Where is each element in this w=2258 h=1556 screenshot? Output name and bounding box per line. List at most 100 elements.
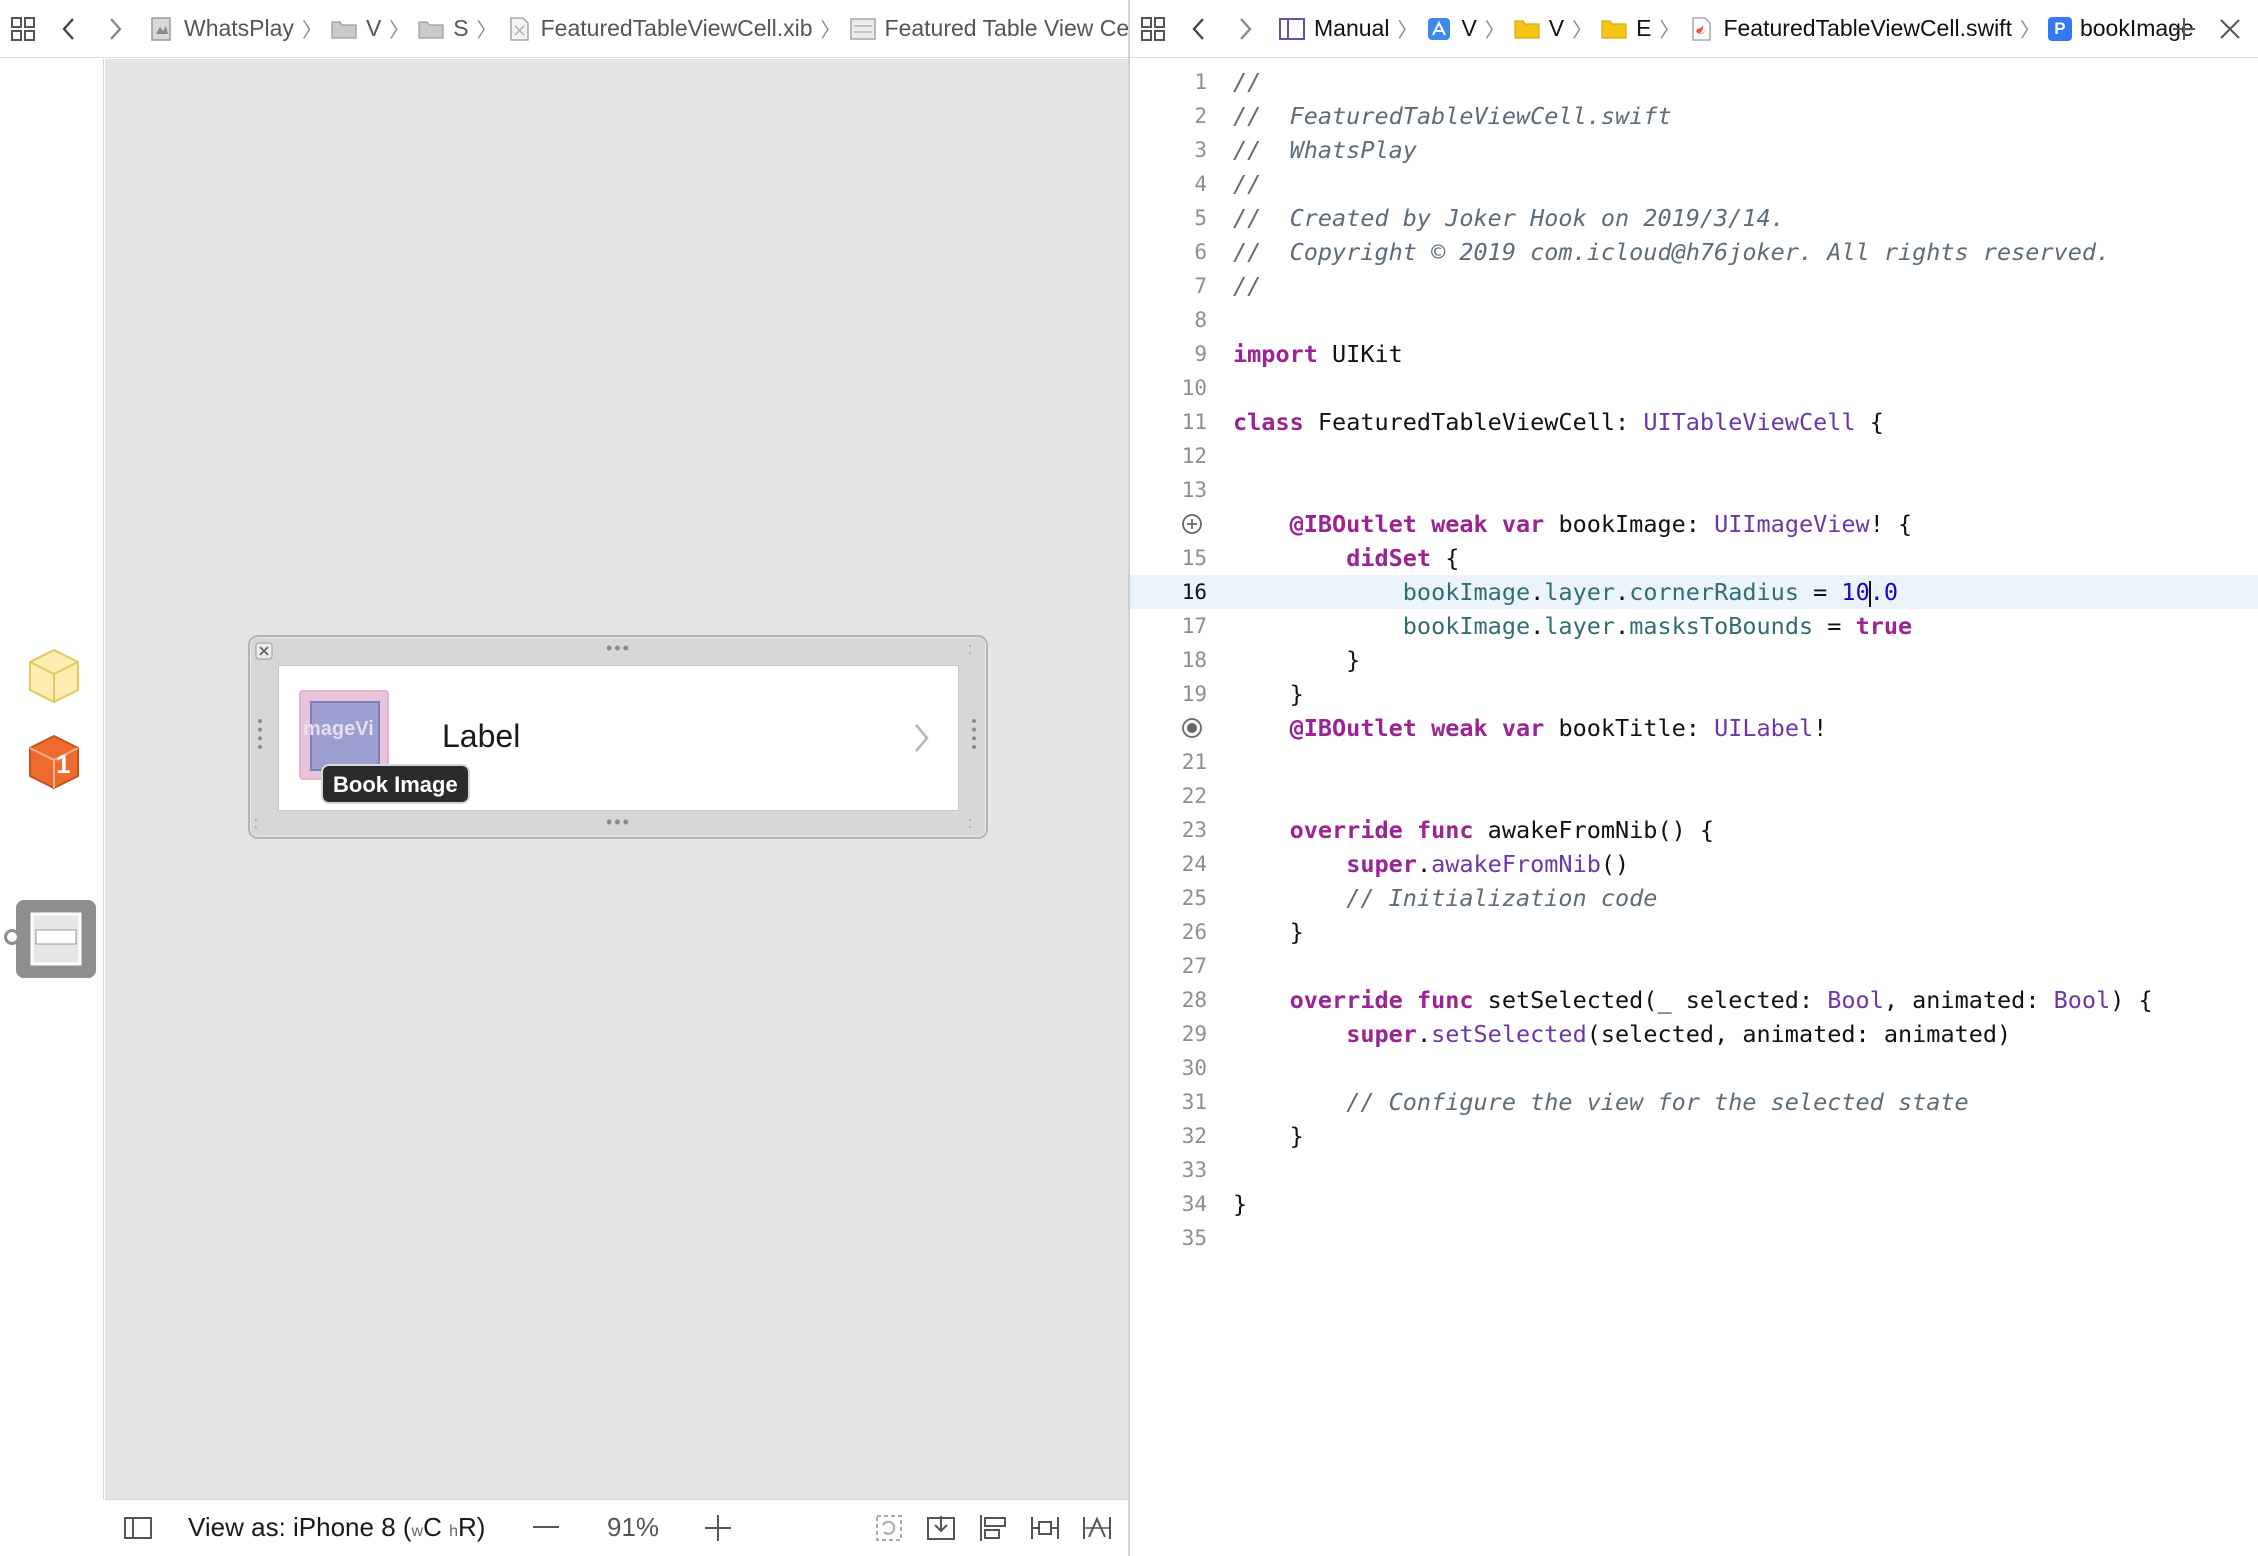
outlet-connect-icon[interactable] [1181, 513, 1203, 535]
code-editor[interactable]: 1 // 2 // FeaturedTableViewCell.swift 3 // Wh… [1130, 59, 2258, 1556]
line-number[interactable]: 5 [1130, 201, 1207, 235]
code-line[interactable]: 1 // [1130, 65, 2258, 99]
code-line[interactable]: 15 didSet { [1130, 541, 2258, 575]
line-number[interactable]: 13 [1130, 473, 1207, 507]
code-line[interactable]: 12 [1130, 439, 2258, 473]
code-line[interactable]: 16 bookImage.layer.cornerRadius = 10.0 [1130, 575, 2258, 609]
file-owner-item[interactable] [26, 647, 82, 705]
line-number[interactable]: 27 [1130, 949, 1207, 983]
line-number[interactable]: 32 [1130, 1119, 1207, 1153]
line-number[interactable]: 23 [1130, 813, 1207, 847]
crumb-table-cell[interactable]: Featured Table View Cell [849, 15, 1128, 42]
outlet-connected-icon[interactable] [1181, 717, 1203, 739]
line-number[interactable]: 1 [1130, 65, 1207, 99]
line-number[interactable]: 9 [1130, 337, 1207, 371]
add-constraints-button[interactable] [1029, 1513, 1061, 1543]
code-line[interactable]: 22 [1130, 779, 2258, 813]
forward-button[interactable] [92, 0, 138, 57]
code-line[interactable]: 3 // WhatsPlay [1130, 133, 2258, 167]
line-number[interactable]: 17 [1130, 609, 1207, 643]
line-number[interactable]: 8 [1130, 303, 1207, 337]
crumb-folder-v[interactable]: V [330, 15, 381, 42]
line-number[interactable]: 12 [1130, 439, 1207, 473]
code-line[interactable]: 27 [1130, 949, 2258, 983]
resize-handle-right[interactable] [972, 719, 976, 749]
related-items-button[interactable] [1130, 0, 1176, 57]
code-line[interactable]: 21 [1130, 745, 2258, 779]
resize-handle-corner[interactable]: ⁚ [254, 818, 258, 830]
line-number[interactable]: 2 [1130, 99, 1207, 133]
line-number[interactable]: 4 [1130, 167, 1207, 201]
zoom-in-button[interactable] [703, 1513, 733, 1543]
line-number[interactable]: 31 [1130, 1085, 1207, 1119]
code-line[interactable]: 17 bookImage.layer.masksToBounds = true [1130, 609, 2258, 643]
line-number[interactable]: 19 [1130, 677, 1207, 711]
line-number[interactable]: 24 [1130, 847, 1207, 881]
line-number[interactable]: 18 [1130, 643, 1207, 677]
code-line[interactable]: 34} [1130, 1187, 2258, 1221]
line-number[interactable]: 25 [1130, 881, 1207, 915]
align-button[interactable] [977, 1513, 1009, 1543]
forward-button[interactable] [1222, 0, 1268, 57]
update-frames-button[interactable] [873, 1513, 905, 1543]
line-number[interactable]: 28 [1130, 983, 1207, 1017]
crumb-folder-e[interactable]: E [1600, 15, 1651, 42]
code-line[interactable]: 6 // Copyright © 2019 com.icloud@h76joker… [1130, 235, 2258, 269]
back-button[interactable] [46, 0, 92, 57]
add-editor-button[interactable] [2170, 15, 2198, 43]
related-items-button[interactable] [0, 0, 46, 57]
code-line[interactable]: 25 // Initialization code [1130, 881, 2258, 915]
code-line[interactable]: @IBOutlet weak var bookImage: UIImageVie… [1130, 507, 2258, 541]
code-line[interactable]: 19 } [1130, 677, 2258, 711]
code-line[interactable]: 9 import UIKit [1130, 337, 2258, 371]
embed-in-button[interactable] [925, 1513, 957, 1543]
line-number[interactable]: 33 [1130, 1153, 1207, 1187]
crumb-xib-file[interactable]: FeaturedTableViewCell.xib [505, 15, 813, 42]
line-number[interactable]: 29 [1130, 1017, 1207, 1051]
code-line[interactable]: 18 } [1130, 643, 2258, 677]
crumb-target[interactable]: V [1425, 15, 1477, 42]
code-line[interactable]: 4 // [1130, 167, 2258, 201]
code-line[interactable]: 2 // FeaturedTableViewCell.swift [1130, 99, 2258, 133]
crumb-folder-s[interactable]: S [417, 15, 469, 42]
resize-handle-left[interactable] [258, 719, 262, 749]
code-line[interactable]: 30 [1130, 1051, 2258, 1085]
crumb-project[interactable]: WhatsPlay [148, 15, 294, 42]
line-number[interactable]: 15 [1130, 541, 1207, 575]
line-number[interactable]: 30 [1130, 1051, 1207, 1085]
line-number[interactable]: 7 [1130, 269, 1207, 303]
toggle-outline-button[interactable] [123, 1515, 153, 1541]
code-line[interactable]: 26 } [1130, 915, 2258, 949]
line-number[interactable]: 35 [1130, 1221, 1207, 1255]
cell-content-view[interactable]: mageVi Label Book Image [278, 665, 959, 811]
code-line[interactable]: 35 [1130, 1221, 2258, 1255]
interface-builder-canvas[interactable]: ••• ••• ⁚ ⁚ ⁚ mageVi Label Book Image [105, 59, 1128, 1499]
resize-handle-corner[interactable]: ⁚ [968, 818, 972, 830]
code-line[interactable]: 23 override func awakeFromNib() { [1130, 813, 2258, 847]
close-scene-icon[interactable] [255, 642, 273, 660]
view-as-device-button[interactable]: View as: iPhone 8 (wC hR) [188, 1512, 485, 1543]
resize-handle-corner[interactable]: ⁚ [968, 644, 972, 656]
zoom-level[interactable]: 91% [607, 1512, 659, 1543]
resolve-issues-button[interactable] [1081, 1513, 1113, 1543]
code-line[interactable]: 8 [1130, 303, 2258, 337]
line-number[interactable]: 16 [1130, 575, 1207, 609]
code-line[interactable]: 29 super.setSelected(selected, animated:… [1130, 1017, 2258, 1051]
first-responder-item[interactable]: 1 [26, 733, 82, 791]
code-line[interactable]: 10 [1130, 371, 2258, 405]
line-number[interactable]: 22 [1130, 779, 1207, 813]
resize-handle-top[interactable]: ••• [606, 639, 631, 657]
zoom-out-button[interactable] [533, 1526, 559, 1528]
line-number[interactable]: 11 [1130, 405, 1207, 439]
resize-handle-bottom[interactable]: ••• [606, 813, 631, 831]
line-number[interactable]: 10 [1130, 371, 1207, 405]
line-number[interactable]: 6 [1130, 235, 1207, 269]
code-line[interactable]: @IBOutlet weak var bookTitle: UILabel! [1130, 711, 2258, 745]
crumb-manual[interactable]: Manual [1278, 15, 1389, 42]
line-number[interactable]: 21 [1130, 745, 1207, 779]
code-line[interactable]: 11 class FeaturedTableViewCell: UITableVi… [1130, 405, 2258, 439]
code-line[interactable]: 32 } [1130, 1119, 2258, 1153]
crumb-swift-file[interactable]: FeaturedTableViewCell.swift [1687, 15, 2012, 42]
code-line[interactable]: 28 override func setSelected(_ selected:… [1130, 983, 2258, 1017]
crumb-folder-v[interactable]: V [1513, 15, 1564, 42]
